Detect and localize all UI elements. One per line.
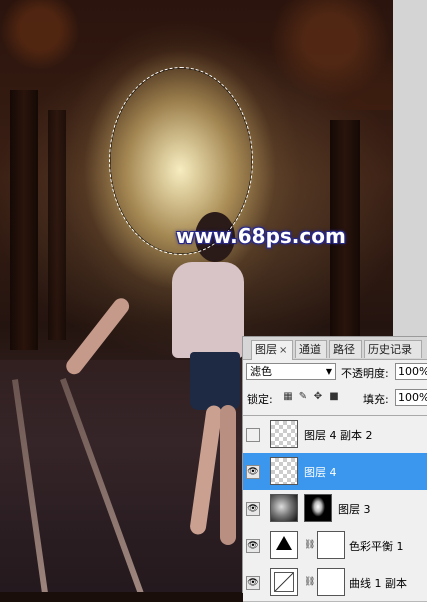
lock-position-icon[interactable]: ✥ xyxy=(313,392,323,402)
lock-row: 锁定: ▦ ✎ ✥ ■ 填充: 100% xyxy=(243,387,427,409)
lock-image-pixels-icon[interactable]: ✎ xyxy=(298,392,308,402)
blend-row: 滤色 ▼ 不透明度: 100% xyxy=(243,361,427,383)
eye-icon[interactable]: 👁 xyxy=(246,502,260,516)
eye-icon[interactable]: 👁 xyxy=(246,539,260,553)
opacity-label: 不透明度: xyxy=(341,367,389,380)
person-leg xyxy=(220,405,236,545)
adjustment-thumbnail xyxy=(270,531,298,559)
lock-label: 锁定: xyxy=(247,393,273,406)
layer-name: 图层 4 副本 2 xyxy=(304,429,373,442)
layer-name: 图层 3 xyxy=(338,503,371,516)
eye-icon[interactable]: 👁 xyxy=(246,465,260,479)
layers-panel: 图层 × 通道 路径 历史记录 滤色 ▼ 不透明度: 100% 锁定: ▦ ✎ ✥… xyxy=(242,336,427,602)
blend-mode-value: 滤色 xyxy=(250,365,272,378)
tab-channels-label: 通道 xyxy=(299,343,321,356)
curves-icon xyxy=(274,572,294,592)
blend-mode-select[interactable]: 滤色 ▼ xyxy=(246,363,336,380)
lock-transparent-pixels-icon[interactable]: ▦ xyxy=(283,392,293,402)
visibility-toggle[interactable] xyxy=(246,428,260,442)
person-shirt xyxy=(172,262,244,358)
tab-layers[interactable]: 图层 × xyxy=(251,340,293,360)
lock-all-icon[interactable]: ■ xyxy=(329,392,339,402)
tab-paths-label: 路径 xyxy=(333,343,355,356)
opacity-input[interactable]: 100% xyxy=(395,363,427,380)
layer-row[interactable]: 图层 4 副本 2 xyxy=(243,416,427,454)
layer-thumbnail xyxy=(270,457,298,485)
layer-mask-thumbnail[interactable] xyxy=(304,494,332,522)
layer-row-selected[interactable]: 👁 图层 4 xyxy=(243,453,427,491)
layer-mask-thumbnail[interactable] xyxy=(317,531,345,559)
tab-layers-label: 图层 xyxy=(255,343,277,356)
link-icon[interactable]: ⛓ xyxy=(304,577,315,587)
watermark-text: www.68ps.com xyxy=(176,224,346,248)
person-shorts xyxy=(190,352,240,410)
link-icon[interactable]: ⛓ xyxy=(304,540,315,550)
layer-row[interactable]: 👁 ⛓ 曲线 1 副本 xyxy=(243,564,427,602)
chevron-down-icon: ▼ xyxy=(325,367,332,376)
fill-label: 填充: xyxy=(363,393,389,406)
tab-paths[interactable]: 路径 xyxy=(329,340,362,358)
fill-input[interactable]: 100% xyxy=(395,389,427,406)
layer-row[interactable]: 👁 图层 3 xyxy=(243,490,427,528)
color-balance-icon xyxy=(276,536,292,550)
tab-history-label: 历史记录 xyxy=(368,343,412,356)
close-icon[interactable]: × xyxy=(279,345,287,356)
layer-row[interactable]: 👁 ⛓ 色彩平衡 1 xyxy=(243,527,427,565)
layer-thumbnail xyxy=(270,420,298,448)
layers-list: 图层 4 副本 2 👁 图层 4 👁 图层 3 👁 ⛓ 色彩平衡 1 👁 ⛓ 曲… xyxy=(243,415,427,602)
panel-tabs: 图层 × 通道 路径 历史记录 xyxy=(243,337,427,360)
layer-name: 曲线 1 副本 xyxy=(349,577,407,590)
layer-thumbnail xyxy=(270,494,298,522)
tab-history[interactable]: 历史记录 xyxy=(364,340,422,358)
tab-channels[interactable]: 通道 xyxy=(295,340,327,358)
layer-name: 图层 4 xyxy=(304,466,337,479)
tree-trunk-left xyxy=(10,90,38,350)
layer-name: 色彩平衡 1 xyxy=(349,540,404,553)
tree-trunk-left-2 xyxy=(48,110,66,340)
eye-icon[interactable]: 👁 xyxy=(246,576,260,590)
